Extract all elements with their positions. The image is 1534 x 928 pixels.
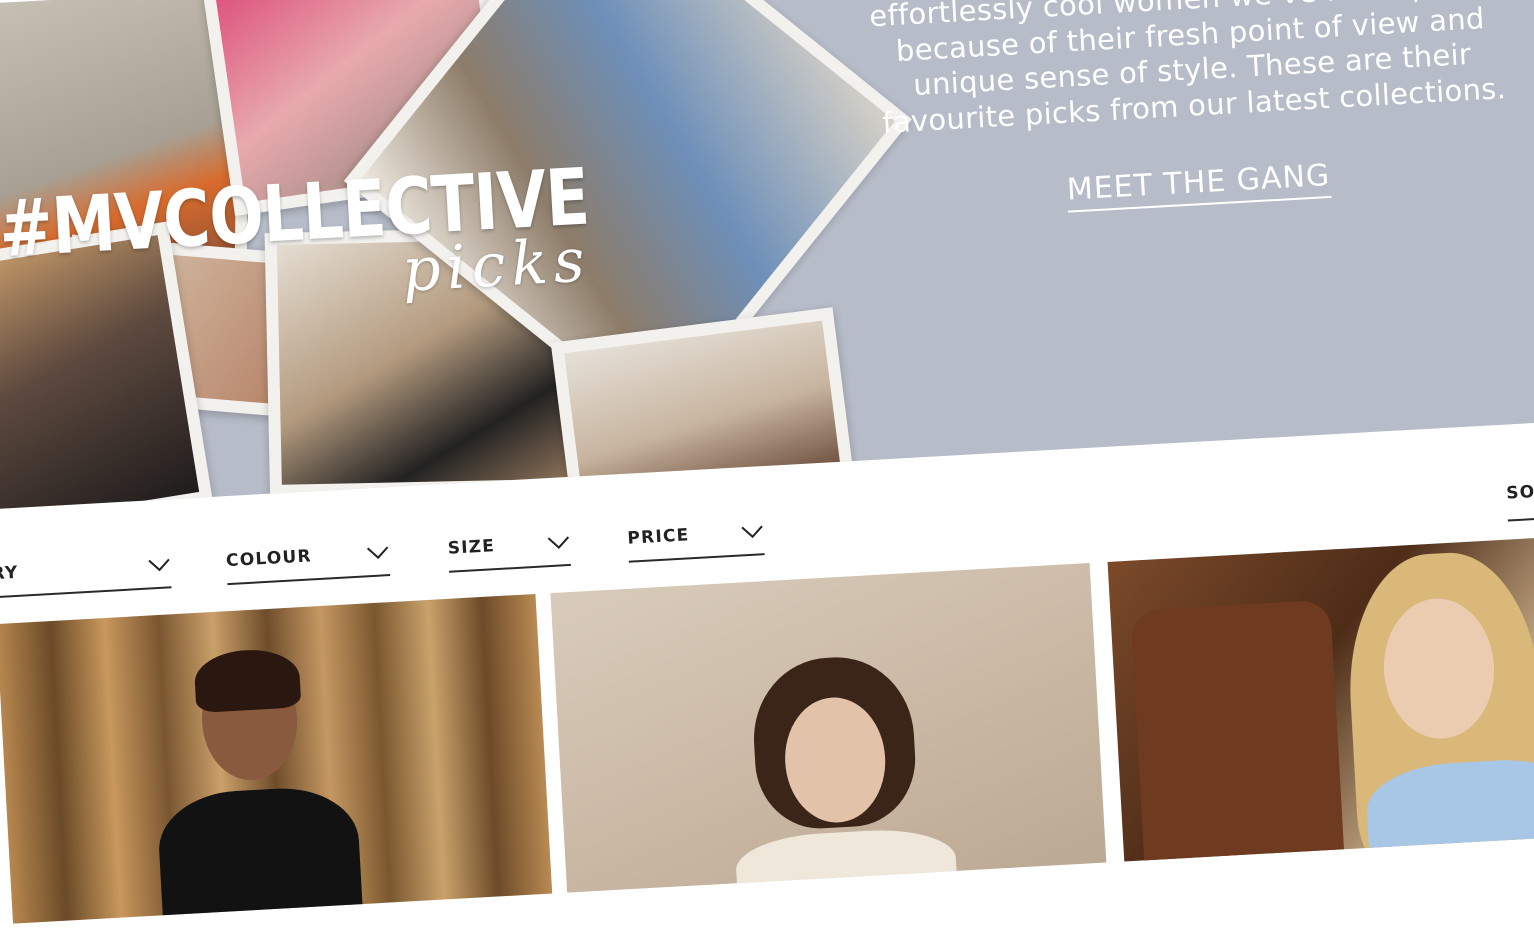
product-image xyxy=(156,784,364,924)
colour-filter-label: COLOUR xyxy=(225,546,313,572)
meet-the-gang-link[interactable]: MEET THE GANG xyxy=(1065,157,1332,213)
page: #MVCOLLECTIVE picks Meet the #MVCollecti… xyxy=(0,0,1534,924)
price-filter-label: PRICE xyxy=(626,525,690,549)
sort-dropdown[interactable]: SORT xyxy=(1505,476,1534,522)
chevron-down-icon xyxy=(366,546,389,560)
category-filter[interactable]: CATEGORY xyxy=(0,542,172,603)
chevron-down-icon xyxy=(741,525,763,539)
chevron-down-icon xyxy=(547,536,570,549)
product-image xyxy=(1130,599,1345,862)
size-filter-label: SIZE xyxy=(447,536,496,559)
category-filter-label: CATEGORY xyxy=(0,562,20,589)
collage-photo xyxy=(550,307,855,512)
product-card[interactable] xyxy=(0,593,553,924)
size-filter[interactable]: SIZE xyxy=(446,520,571,573)
banner-script-subtitle: picks xyxy=(400,225,593,306)
banner-copy: Meet the #MVCollective – a set of effort… xyxy=(866,0,1519,223)
sort-label: SORT xyxy=(1505,480,1534,504)
product-card[interactable] xyxy=(1107,534,1534,862)
colour-filter[interactable]: COLOUR xyxy=(224,530,391,586)
banner-description: Meet the #MVCollective – a set of effort… xyxy=(868,0,1508,140)
mvcollective-banner: #MVCOLLECTIVE picks Meet the #MVCollecti… xyxy=(0,0,1534,512)
price-filter[interactable]: PRICE xyxy=(626,509,765,563)
chevron-down-icon xyxy=(148,558,170,572)
product-card[interactable] xyxy=(550,562,1107,893)
